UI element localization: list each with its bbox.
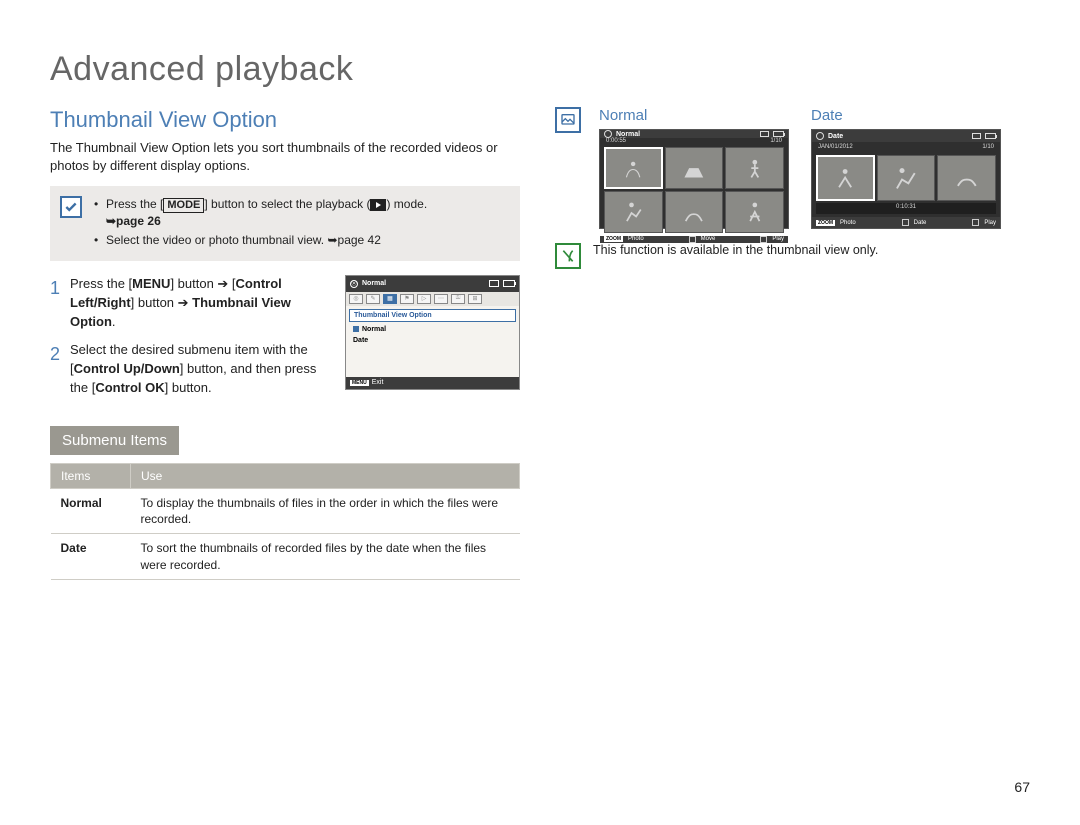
thumbnail: [725, 191, 784, 233]
step-number-1: 1: [50, 275, 60, 332]
check-icon: [60, 196, 82, 218]
col-items: Items: [51, 463, 131, 488]
lcd-menu-illustration: ⦿ Normal ◎✎▦⚑▷⋯⚿⊞ Thumbnail View Option …: [345, 275, 520, 390]
mode-button-label: MODE: [163, 198, 204, 213]
submenu-table: Items Use Normal To display the thumbnai…: [50, 463, 520, 580]
hint-line-1: Press the [MODE] button to select the pl…: [94, 196, 427, 230]
menu-button-badge: MENU: [350, 380, 369, 386]
date-duration-label: 0:10:31: [816, 203, 996, 214]
play-icon: [972, 219, 979, 226]
thumbnail: [665, 191, 724, 233]
sdcard-icon: [760, 131, 769, 137]
preview-date: Date Date JAN/01/20121/10 0:10:31 ZOOMPh…: [811, 107, 1001, 229]
camera-mode-icon: [816, 132, 824, 140]
table-row: Normal To display the thumbnails of file…: [51, 488, 520, 533]
camera-mode-icon: [604, 130, 612, 138]
page-number: 67: [1014, 779, 1030, 795]
col-use: Use: [131, 463, 520, 488]
sdcard-icon: [489, 280, 499, 287]
camera-mode-icon: ⦿: [350, 280, 358, 288]
thumbnail: [816, 155, 875, 201]
sdcard-icon: [972, 133, 981, 139]
thumbnail: [877, 155, 936, 201]
battery-icon: [773, 131, 784, 137]
preview-normal: Normal Normal 0:00:551/10: [599, 107, 789, 229]
note-row: This function is available in the thumbn…: [555, 243, 1025, 269]
step-number-2: 2: [50, 341, 60, 398]
section-title: Thumbnail View Option: [50, 107, 520, 133]
lcd-panel-heading: Thumbnail View Option: [349, 309, 516, 322]
hint-line-2: Select the video or photo thumbnail view…: [94, 232, 427, 249]
thumbnail: [725, 147, 784, 189]
preview-icon: [555, 107, 581, 133]
play-icon: [760, 236, 767, 243]
zoom-badge: ZOOM: [816, 220, 835, 226]
thumbnail: [665, 147, 724, 189]
lcd-option-normal: Normal: [349, 324, 516, 335]
intro-text: The Thumbnail View Option lets you sort …: [50, 139, 520, 174]
prerequisite-box: Press the [MODE] button to select the pl…: [50, 186, 520, 261]
move-icon: [689, 236, 696, 243]
zoom-badge: ZOOM: [604, 236, 623, 242]
table-row: Date To sort the thumbnails of recorded …: [51, 534, 520, 579]
note-icon: [555, 243, 581, 269]
step-1: 1 Press the [MENU] button ➔ [Control Lef…: [50, 275, 331, 332]
thumbnail: [604, 147, 663, 189]
check-mark-icon: [353, 326, 359, 332]
battery-icon: [985, 133, 996, 139]
lcd-tab-strip: ◎✎▦⚑▷⋯⚿⊞: [346, 292, 519, 306]
playback-mode-icon: [370, 199, 386, 211]
battery-icon: [503, 280, 515, 287]
thumbnail: [937, 155, 996, 201]
date-icon: [902, 219, 909, 226]
thumbnail: [604, 191, 663, 233]
chapter-title: Advanced playback: [50, 50, 1030, 89]
submenu-heading: Submenu Items: [50, 426, 179, 455]
step-2: 2 Select the desired submenu item with t…: [50, 341, 331, 398]
lcd-option-date: Date: [349, 335, 516, 346]
